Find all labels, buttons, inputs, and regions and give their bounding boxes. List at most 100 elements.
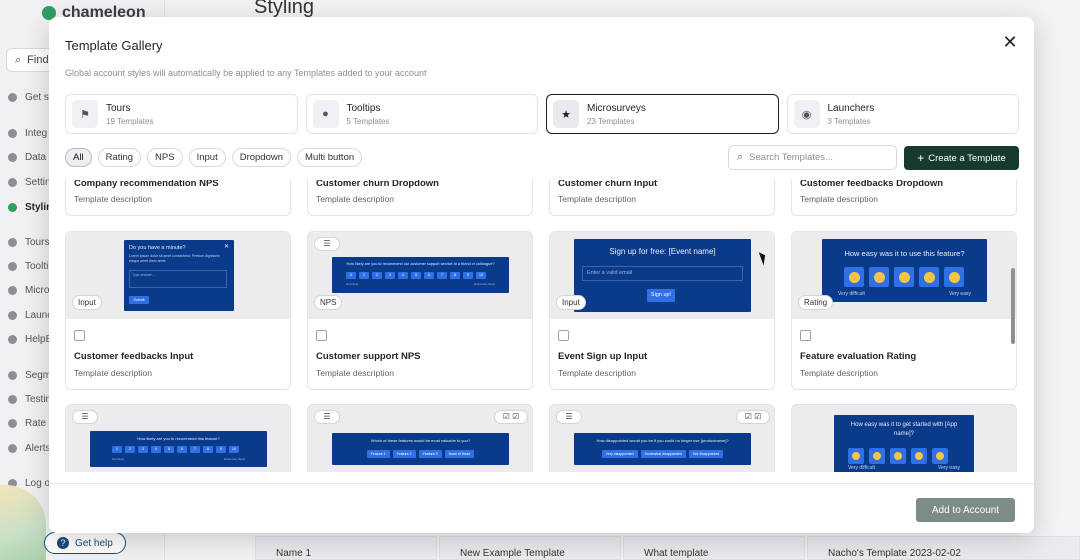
emoji-face-icon — [932, 448, 948, 464]
table-row[interactable]: New Example Template — [439, 536, 621, 560]
nav-icon — [8, 238, 17, 247]
nav-icon — [8, 371, 17, 380]
filter-multi-button[interactable]: Multi button — [297, 148, 363, 167]
nav-icon — [8, 129, 17, 138]
layout-icon: ☰ — [314, 237, 340, 251]
mock-high-label: Extremely likely — [224, 457, 245, 461]
template-card[interactable]: Sign up for free: [Event name] Enter a v… — [549, 231, 775, 390]
table-row[interactable]: What template — [623, 536, 805, 560]
template-description: Template description — [800, 194, 878, 204]
grid-scrollbar[interactable] — [1011, 268, 1015, 344]
template-gallery-modal: Template Gallery ✕ Global account styles… — [49, 17, 1034, 533]
scale-option: 8 — [203, 446, 213, 453]
speech-bubble-icon: ● — [312, 100, 339, 128]
mock-question: How disappointed would you be if you cou… — [596, 438, 729, 443]
category-name: Microsurveys — [587, 102, 646, 114]
template-card[interactable]: Do you have a minute? ✕ Lorem ipsum dolo… — [65, 231, 291, 390]
nav-icon — [8, 419, 17, 428]
select-checkbox[interactable] — [558, 330, 569, 341]
mock-question: How easy was it to use this feature? — [844, 249, 965, 258]
sidebar-item[interactable]: Launc — [8, 310, 52, 321]
sidebar-item-label: Alerts — [25, 443, 51, 454]
template-description: Template description — [316, 194, 394, 204]
filter-all[interactable]: All — [65, 148, 92, 167]
sidebar-item-label: Testin — [25, 394, 52, 405]
scale-option: 1 — [112, 446, 122, 453]
filter-input[interactable]: Input — [188, 148, 226, 167]
select-checkbox[interactable] — [800, 330, 811, 341]
template-card[interactable]: Customer churn Dropdown Template descrip… — [307, 180, 533, 216]
sidebar-item[interactable]: Tours — [8, 237, 49, 248]
close-icon[interactable]: ✕ — [1000, 32, 1020, 52]
scale-option: 2 — [125, 446, 135, 453]
survey-mock: How likely are you to recommend this fea… — [90, 431, 267, 467]
template-card[interactable]: Customer feedbacks Dropdown Template des… — [791, 180, 1017, 216]
mock-input: Enter a valid email — [582, 266, 743, 281]
template-name: Customer churn Input — [558, 180, 658, 189]
sidebar-item[interactable]: Alerts — [8, 443, 51, 454]
sidebar-item[interactable]: Get s — [8, 92, 49, 103]
scale-option: 10 — [476, 272, 486, 279]
scale-option: 7 — [437, 272, 447, 279]
category-launchers[interactable]: ◉ Launchers 3 Templates — [786, 94, 1019, 134]
template-card[interactable]: How easy was it to use this feature? Ver… — [791, 231, 1017, 390]
row-name: New Example Template — [460, 548, 565, 559]
sidebar-item-label: Segm — [25, 370, 52, 381]
template-card[interactable]: ☰ How likely are you to recommend this f… — [65, 404, 291, 472]
filter-nps[interactable]: NPS — [147, 148, 183, 167]
template-card[interactable]: How easy was it to get started with [App… — [791, 404, 1017, 472]
create-template-button[interactable]: + Create a Template — [904, 146, 1019, 170]
template-card[interactable]: ☰ ☑ ☑ How disappointed would you be if y… — [549, 404, 775, 472]
template-card[interactable]: ☰ How likely are you to recommend our cu… — [307, 231, 533, 390]
question-icon: ? — [57, 537, 69, 549]
get-help-button[interactable]: ? Get help — [44, 532, 126, 554]
category-tours[interactable]: ⚑ Tours 19 Templates — [65, 94, 298, 134]
get-help-label: Get help — [75, 537, 113, 549]
sidebar-item[interactable]: Segm — [8, 370, 51, 381]
sidebar-item[interactable]: Rate — [8, 418, 46, 429]
table-row[interactable]: Nacho's Template 2023-02-02 — [807, 536, 1080, 560]
add-to-account-button[interactable]: Add to Account — [916, 498, 1015, 522]
filter-dropdown[interactable]: Dropdown — [231, 148, 292, 167]
search-icon: ⌕ — [737, 151, 744, 163]
close-icon: ✕ — [223, 244, 229, 250]
nav-icon — [8, 395, 17, 404]
category-name: Launchers — [827, 102, 875, 114]
sidebar-item[interactable]: Settin — [8, 177, 51, 188]
template-card[interactable]: ☰ ☑ ☑ Which of these features would be m… — [307, 404, 533, 472]
table-row[interactable]: Name 1 — [255, 536, 437, 560]
nav-icon — [8, 93, 17, 102]
survey-mock: How likely are you to recommend our cust… — [332, 257, 509, 293]
modal-title: Template Gallery — [65, 38, 163, 53]
sidebar-item[interactable]: Micro — [8, 285, 49, 296]
mock-low-label: Very difficult — [848, 465, 875, 471]
option-button: Somewhat disappointed — [640, 450, 686, 458]
search-input[interactable] — [749, 152, 880, 163]
category-tooltips[interactable]: ● Tooltips 5 Templates — [305, 94, 538, 134]
template-card[interactable]: Company recommendation NPS Template desc… — [65, 180, 291, 216]
sidebar-item[interactable]: Toolti — [8, 261, 48, 272]
sidebar-item[interactable]: Data — [8, 152, 46, 163]
mock-question: Do you have a minute? — [129, 245, 186, 251]
mock-input: Type answer... — [129, 270, 227, 288]
mock-question: Sign up for free: [Event name] — [609, 247, 716, 256]
template-search[interactable]: ⌕ — [728, 145, 897, 170]
select-checkbox[interactable] — [316, 330, 327, 341]
scale-option: 8 — [450, 272, 460, 279]
sidebar-item[interactable]: HelpB — [8, 334, 52, 345]
sidebar-item[interactable]: Stylin — [8, 202, 52, 213]
category-microsurveys[interactable]: ★ Microsurveys 23 Templates — [546, 94, 779, 134]
sidebar-item[interactable]: Testin — [8, 394, 51, 405]
option-button: Feature 2 — [392, 450, 416, 458]
emoji-face-icon — [890, 448, 906, 464]
select-checkbox[interactable] — [74, 330, 85, 341]
scale-option: 9 — [463, 272, 473, 279]
scale-option: 9 — [216, 446, 226, 453]
nav-icon — [8, 286, 17, 295]
scale-option: 3 — [385, 272, 395, 279]
template-card[interactable]: Customer churn Input Template descriptio… — [549, 180, 775, 216]
sidebar-item[interactable]: Integ — [8, 128, 47, 139]
survey-mock: How easy was it to use this feature? Ver… — [822, 239, 987, 302]
emoji-face-icon — [944, 267, 964, 287]
filter-rating[interactable]: Rating — [97, 148, 142, 167]
